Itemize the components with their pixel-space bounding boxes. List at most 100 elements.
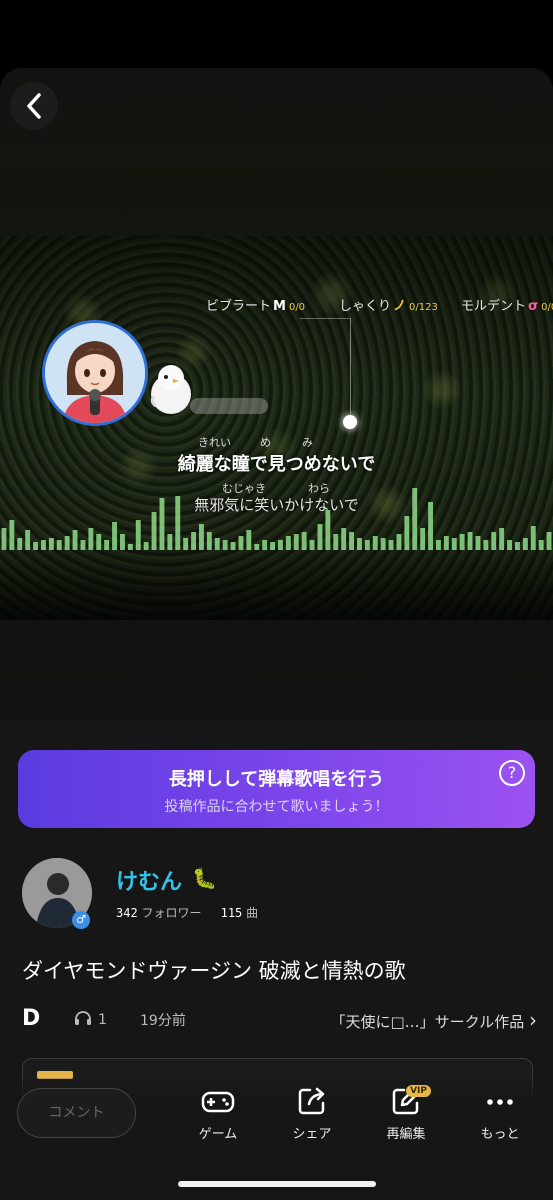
reedit-button[interactable]: VIP 再編集 xyxy=(371,1085,441,1142)
chevron-left-icon xyxy=(27,93,41,119)
spectrum-bar xyxy=(41,540,46,550)
more-button[interactable]: もっと xyxy=(465,1085,535,1142)
audio-spectrum-visualizer xyxy=(1,488,552,550)
danmaku-subtitle: 投稿作品に合わせて歌いましょう！ xyxy=(164,799,389,815)
spectrum-bar xyxy=(380,538,386,550)
spectrum-bar xyxy=(206,532,212,550)
spectrum-bar xyxy=(357,538,362,550)
spectrum-bar xyxy=(262,540,268,550)
pitch-guide-line xyxy=(300,318,350,319)
spectrum-bar xyxy=(546,532,552,550)
spectrum-bar xyxy=(238,536,244,550)
spectrum-bar xyxy=(120,534,125,550)
lyric-ruby: め xyxy=(260,436,271,449)
comment-input[interactable]: コメント xyxy=(17,1088,136,1138)
spectrum-bar xyxy=(364,540,370,550)
technique-label: しゃくり xyxy=(339,299,392,314)
spectrum-bar xyxy=(72,530,78,550)
chevron-right-icon: › xyxy=(529,1008,537,1032)
vibrato-icon: M xyxy=(273,299,286,314)
spectrum-bar xyxy=(96,534,102,550)
lyric-ruby: み xyxy=(302,436,313,449)
game-label: ゲーム xyxy=(198,1127,238,1142)
game-button[interactable]: ゲーム xyxy=(183,1085,253,1142)
username[interactable]: けむん xyxy=(116,864,182,896)
spectrum-bar xyxy=(191,532,196,550)
lyric-ruby: きれい xyxy=(198,436,231,449)
more-dots-icon xyxy=(487,1099,513,1105)
spectrum-bar xyxy=(175,496,181,550)
background-shade xyxy=(0,236,553,620)
spectrum-bar xyxy=(388,540,394,550)
singer-avatar xyxy=(42,320,148,426)
spectrum-bar xyxy=(183,538,189,550)
spectrum-bar xyxy=(538,540,544,550)
spectrum-bar xyxy=(293,534,299,550)
spectrum-bar xyxy=(499,528,505,550)
spectrum-bar xyxy=(33,542,38,550)
followers-count: 342 xyxy=(116,906,138,920)
spectrum-bar xyxy=(515,542,520,550)
spectrum-bar xyxy=(104,540,110,550)
user-stats: 342 フォロワー 115 曲 xyxy=(116,904,258,921)
posted-time: 19分前 xyxy=(140,1013,186,1029)
lyric-current-line: 綺麗な瞳で見つめないで xyxy=(177,454,376,475)
song-title: ダイヤモンドヴァージン 破滅と情熱の歌 xyxy=(22,959,406,983)
spectrum-bar xyxy=(507,540,512,550)
help-icon[interactable]: ? xyxy=(499,760,525,786)
spectrum-bar xyxy=(64,536,70,550)
followers-label: フォロワー xyxy=(141,906,202,920)
circle-link[interactable]: 「天使に□…」サークル作品 › xyxy=(330,1008,537,1032)
share-icon xyxy=(298,1087,325,1115)
spectrum-bar xyxy=(135,520,141,550)
more-label: もっと xyxy=(480,1127,520,1142)
spectrum-bar xyxy=(325,510,331,550)
spectrum-bar xyxy=(222,540,228,550)
spectrum-bar xyxy=(443,536,449,550)
songs-label: 曲 xyxy=(246,906,259,920)
spectrum-bar xyxy=(17,538,23,550)
spectrum-bar xyxy=(80,540,86,550)
spectrum-bar xyxy=(285,536,291,550)
share-button[interactable]: シェア xyxy=(277,1085,347,1142)
spectrum-bar xyxy=(246,530,252,550)
spectrum-bar xyxy=(420,528,426,550)
spectrum-bar xyxy=(317,524,323,550)
spectrum-bar xyxy=(309,540,315,550)
song-meta-row: D 1 19分前 「天使に□…」サークル作品 › xyxy=(22,1006,537,1032)
spectrum-bar xyxy=(127,544,133,550)
spectrum-bar xyxy=(333,534,339,550)
male-gender-icon: ♂ xyxy=(72,911,90,929)
mordent-icon: σ xyxy=(528,299,539,314)
technique-count: 0/0 xyxy=(288,302,306,313)
technique-vibrato: ビブラート M 0/0 xyxy=(206,295,305,314)
bird-mascot-icon xyxy=(150,365,191,414)
spectrum-bar xyxy=(475,536,481,550)
play-count: 1 xyxy=(74,1010,107,1028)
home-indicator[interactable] xyxy=(178,1181,376,1187)
technique-label: モルデント xyxy=(461,299,527,314)
spectrum-bar xyxy=(483,540,489,550)
technique-count: 0/123 xyxy=(409,302,438,313)
spectrum-bar xyxy=(412,488,418,550)
spectrum-bar xyxy=(270,542,275,550)
spectrum-bar xyxy=(25,530,31,550)
spectrum-bar xyxy=(48,538,54,550)
circle-label: 「天使に□…」サークル作品 xyxy=(330,1013,525,1031)
spectrum-bar xyxy=(522,538,528,550)
vip-badge: VIP xyxy=(406,1085,431,1097)
technique-label: ビブラート xyxy=(206,299,272,314)
danmaku-sing-button[interactable]: 長押しして弾幕歌唱を行う 投稿作品に合わせて歌いましょう！ ? xyxy=(18,750,535,828)
spectrum-bar xyxy=(436,540,441,550)
spectrum-bar xyxy=(254,544,260,550)
singer-character-icon xyxy=(45,323,145,423)
spectrum-bar xyxy=(88,528,94,550)
danmaku-title: 長押しして弾幕歌唱を行う xyxy=(168,769,385,790)
spectrum-bar xyxy=(214,538,220,550)
spectrum-bar xyxy=(151,512,157,550)
back-button[interactable] xyxy=(10,82,58,130)
spectrum-bar xyxy=(349,532,354,550)
spectrum-bar xyxy=(301,532,307,550)
d-logo-icon: D xyxy=(22,1006,41,1031)
spectrum-bar xyxy=(56,540,62,550)
